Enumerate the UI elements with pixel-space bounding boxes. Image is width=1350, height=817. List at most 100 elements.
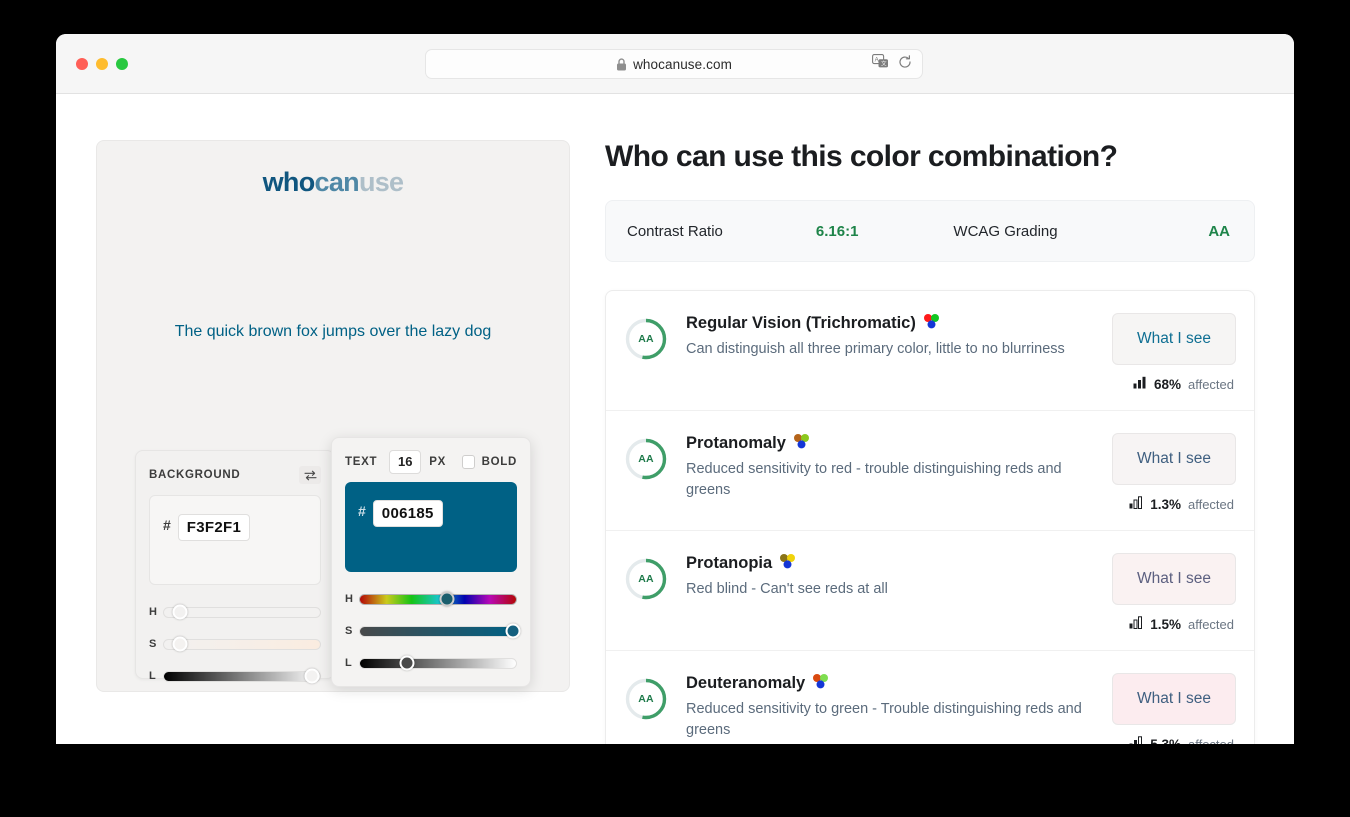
bar-chart-icon (1129, 616, 1143, 632)
affected-percent: 68% (1153, 376, 1181, 392)
affected-suffix: affected (1187, 736, 1234, 745)
wcag-badge: AA (624, 557, 668, 601)
text-hue-label: H (345, 593, 353, 605)
row-actions: What I see 1.3% affected (1108, 433, 1236, 512)
wcag-badge: AA (624, 437, 668, 481)
vision-type-label: Deuteranomaly (686, 674, 806, 692)
address-bar-url: whocanuse.com (633, 56, 732, 72)
row-actions: What I see 1.5% affected (1108, 553, 1236, 632)
browser-window: whocanuse.com A 文 whocanuse The quick br… (56, 34, 1294, 744)
what-i-see-button[interactable]: What I see (1112, 553, 1236, 605)
svg-text:A: A (875, 57, 879, 63)
close-window-button[interactable] (76, 57, 88, 70)
reload-icon[interactable] (898, 54, 912, 74)
browser-titlebar: whocanuse.com A 文 (56, 34, 1294, 94)
maximize-window-button[interactable] (116, 57, 128, 70)
minimize-window-button[interactable] (96, 57, 108, 70)
background-panel-header: BACKGROUND (136, 451, 334, 485)
background-hue-thumb[interactable] (172, 604, 188, 620)
font-size-input[interactable]: 16 (389, 450, 422, 474)
logo-part-use: use (358, 167, 404, 197)
background-color-swatch: # F3F2F1 (149, 495, 321, 585)
vision-type-description: Red blind - Can't see reds at all (686, 581, 888, 597)
bold-checkbox[interactable] (462, 455, 475, 469)
affected-percent: 5.3% (1150, 736, 1181, 745)
text-lightness-slider[interactable]: L (345, 652, 517, 674)
color-pickers: BACKGROUND # F3F2F1 H S L TEXT 16 PX BOL… (97, 141, 571, 693)
text-hue-slider[interactable]: H (345, 588, 517, 610)
background-hue-label: H (149, 606, 157, 618)
bar-chart-icon (1129, 496, 1143, 512)
background-lightness-label: L (149, 670, 156, 682)
translate-icon[interactable]: A 文 (872, 54, 889, 74)
page-content: whocanuse The quick brown fox jumps over… (56, 94, 1294, 744)
text-lightness-thumb[interactable] (399, 655, 415, 671)
background-saturation-slider[interactable]: S (149, 633, 321, 655)
vision-type-description: Reduced sensitivity to red - trouble dis… (686, 461, 1062, 499)
svg-text:文: 文 (881, 60, 887, 68)
vision-type-title: Regular Vision (Trichromatic) (686, 313, 1094, 334)
affected-percent: 1.3% (1150, 496, 1181, 512)
vision-type-description: Can distinguish all three primary color,… (686, 341, 1065, 357)
text-saturation-track[interactable] (359, 623, 521, 639)
contrast-summary-bar: Contrast Ratio 6.16:1 WCAG Grading AA (605, 200, 1255, 262)
logo-part-can: can (314, 167, 360, 197)
background-saturation-thumb[interactable] (172, 636, 188, 652)
preview-column: whocanuse The quick brown fox jumps over… (96, 140, 570, 692)
text-hue-track[interactable] (359, 591, 517, 607)
table-row: AA Deuteranomaly Reduced sensitivity to … (606, 651, 1254, 744)
background-saturation-track[interactable] (163, 636, 321, 652)
sample-text: The quick brown fox jumps over the lazy … (174, 323, 492, 340)
affected-suffix: affected (1187, 496, 1234, 512)
affected-stat: 5.3% affected (1129, 736, 1234, 744)
background-lightness-slider[interactable]: L (149, 665, 321, 687)
what-i-see-button[interactable]: What I see (1112, 313, 1236, 365)
text-saturation-label: S (345, 625, 353, 637)
row-actions: What I see 68% affected (1108, 313, 1236, 392)
background-lightness-thumb[interactable] (304, 668, 320, 684)
vision-type-label: Protanomaly (686, 434, 786, 452)
color-dots-icon (779, 553, 796, 574)
what-i-see-button[interactable]: What I see (1112, 433, 1236, 485)
background-lightness-track[interactable] (163, 668, 321, 684)
text-hash-symbol: # (358, 503, 366, 519)
text-color-panel[interactable]: TEXT 16 PX BOLD # 006185 H S L (331, 437, 531, 687)
background-hue-track[interactable] (163, 604, 321, 620)
text-lightness-track[interactable] (359, 655, 517, 671)
wcag-badge-label: AA (638, 333, 654, 345)
row-body: Protanopia Red blind - Can't see reds at… (668, 553, 1108, 600)
table-row: AA Protanopia Red blind - Can't see reds… (606, 531, 1254, 651)
text-hue-thumb[interactable] (439, 591, 455, 607)
wcag-badge-label: AA (638, 453, 654, 465)
affected-percent: 1.5% (1150, 616, 1181, 632)
vision-results-list: AA Regular Vision (Trichromatic) Can dis… (605, 290, 1255, 744)
affected-stat: 1.3% affected (1129, 496, 1234, 512)
text-saturation-slider[interactable]: S (345, 620, 521, 642)
background-sliders: H S L (136, 585, 334, 687)
row-body: Deuteranomaly Reduced sensitivity to gre… (668, 673, 1108, 741)
text-panel-header: TEXT 16 PX BOLD (332, 438, 530, 474)
row-body: Regular Vision (Trichromatic) Can distin… (668, 313, 1108, 360)
text-saturation-thumb[interactable] (505, 623, 521, 639)
what-i-see-button[interactable]: What I see (1112, 673, 1236, 725)
row-actions: What I see 5.3% affected (1108, 673, 1236, 744)
affected-stat: 68% affected (1133, 376, 1234, 392)
site-logo[interactable]: whocanuse (97, 167, 569, 198)
background-color-panel[interactable]: BACKGROUND # F3F2F1 H S L (135, 450, 335, 684)
page-title: Who can use this color combination? (605, 140, 1118, 173)
table-row: AA Protanomaly Reduced sensitivity to re… (606, 411, 1254, 531)
background-hue-slider[interactable]: H (149, 601, 321, 623)
address-bar[interactable]: whocanuse.com A 文 (425, 49, 923, 79)
bar-chart-icon (1133, 376, 1147, 392)
color-dots-icon (812, 673, 829, 694)
background-hex-input[interactable]: F3F2F1 (177, 514, 251, 541)
color-preview-card: whocanuse The quick brown fox jumps over… (96, 140, 570, 692)
vision-type-title: Deuteranomaly (686, 673, 1094, 694)
vision-type-label: Regular Vision (Trichromatic) (686, 314, 916, 332)
contrast-ratio-value: 6.16:1 (815, 222, 859, 240)
text-hex-input[interactable]: 006185 (372, 500, 443, 527)
text-sliders: H S L (332, 572, 530, 674)
affected-stat: 1.5% affected (1129, 616, 1234, 632)
swap-colors-icon[interactable] (299, 466, 321, 484)
wcag-grading-label: WCAG Grading (953, 222, 1058, 240)
